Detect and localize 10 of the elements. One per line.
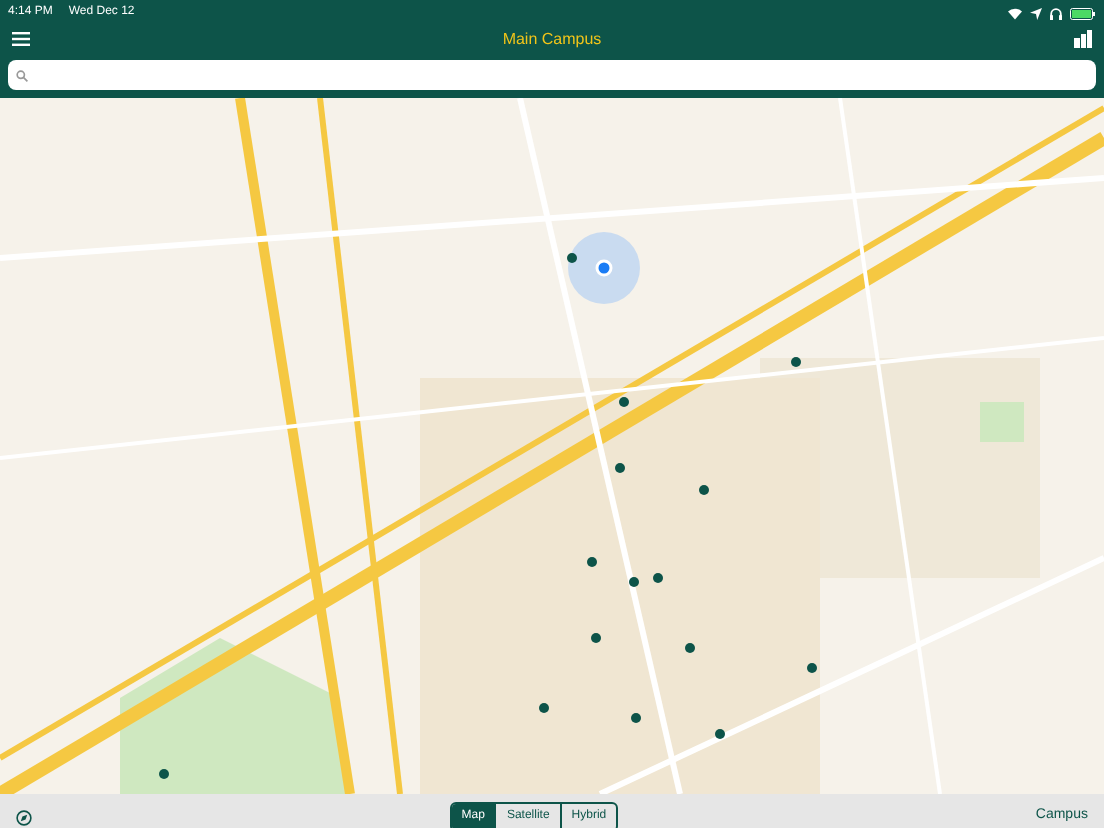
- location-arrow-icon: [1030, 7, 1042, 19]
- search-icon: [16, 69, 28, 81]
- menu-icon[interactable]: [12, 32, 30, 46]
- battery-icon: [1070, 7, 1096, 19]
- compass-icon[interactable]: [16, 809, 32, 825]
- nav-title: Main Campus: [502, 27, 602, 51]
- headphones-icon: [1050, 7, 1062, 19]
- wifi-icon: [1008, 7, 1022, 19]
- buildings-icon[interactable]: [1073, 30, 1092, 48]
- search-field[interactable]: [8, 60, 1096, 90]
